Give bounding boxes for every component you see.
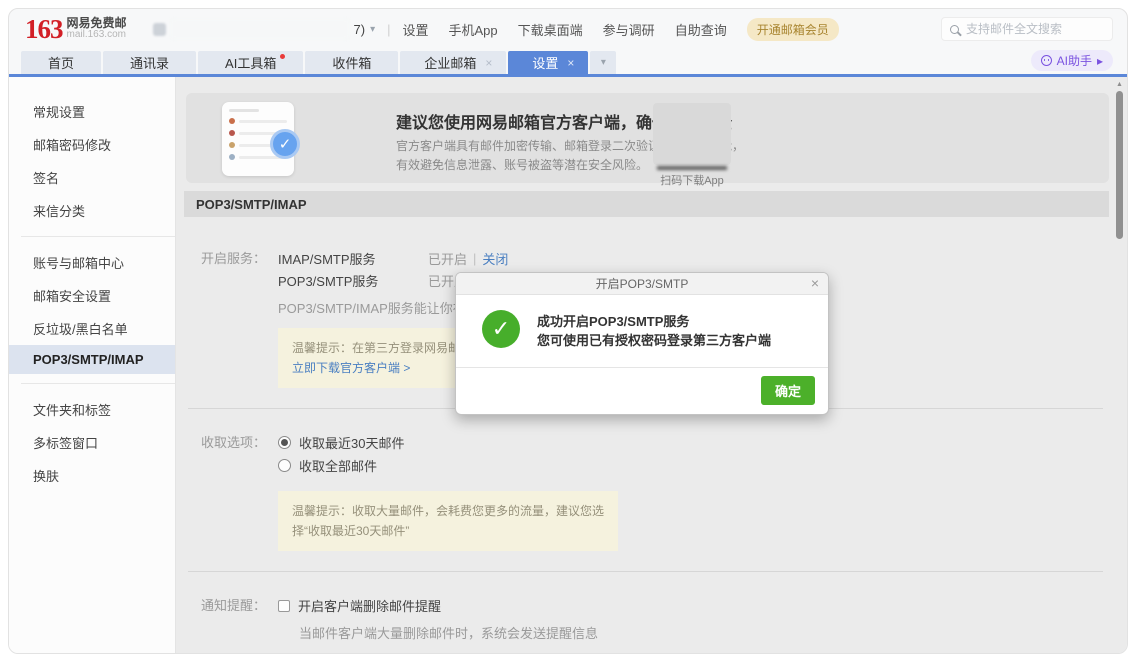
notify-row: 通知提醒： 开启客户端删除邮件提醒 当邮件客户端大量删除邮件时，系统会发送提醒信… <box>186 594 1109 642</box>
nav-link-self-service[interactable]: 自助查询 <box>675 20 727 39</box>
qr-code-image <box>653 103 731 165</box>
sidebar-item-multi-tab[interactable]: 多标签窗口 <box>9 426 175 459</box>
search-icon <box>950 25 959 34</box>
success-check-icon: ✓ <box>482 310 520 348</box>
sidebar-item-pop3-smtp-imap[interactable]: POP3/SMTP/IMAP <box>9 345 175 374</box>
nav-link-survey[interactable]: 参与调研 <box>603 20 655 39</box>
tab-settings[interactable]: 设置× <box>508 51 588 74</box>
tab-inbox[interactable]: 收件箱 <box>305 51 398 74</box>
tab-enterprise-mail[interactable]: 企业邮箱× <box>400 51 506 74</box>
pop3-smtp-success-dialog: 开启POP3/SMTP × ✓ 成功开启POP3/SMTP服务 您可使用已有授权… <box>455 272 829 415</box>
search-input[interactable] <box>966 22 1096 36</box>
sidebar-item-folders-tags[interactable]: 文件夹和标签 <box>9 393 175 426</box>
imap-smtp-service-row: IMAP/SMTP服务 已开启 | 关闭 <box>278 247 630 269</box>
scroll-up-arrow-icon[interactable]: ▲ <box>1115 81 1124 88</box>
notification-dot-icon <box>280 54 285 59</box>
nav-link-settings[interactable]: 设置 <box>403 20 429 39</box>
nav-link-mobile-app[interactable]: 手机App <box>449 20 498 39</box>
notify-label: 通知提醒： <box>186 594 266 642</box>
sidebar-item-security[interactable]: 邮箱安全设置 <box>9 279 175 312</box>
section-divider <box>188 571 1103 572</box>
checkbox-unchecked-icon[interactable] <box>278 600 290 612</box>
qr-label: 扫码下载App <box>652 172 732 188</box>
confirm-button[interactable]: 确定 <box>761 376 815 405</box>
tab-contacts[interactable]: 通讯录 <box>103 51 196 74</box>
delete-reminder-checkbox-row[interactable]: 开启客户端删除邮件提醒 <box>278 594 598 617</box>
logo-domain: mail.163.com <box>67 29 127 41</box>
dialog-close-icon[interactable]: × <box>811 275 819 291</box>
logo-brand: 网易免费邮 <box>67 17 127 29</box>
sidebar-item-password-change[interactable]: 邮箱密码修改 <box>9 128 175 161</box>
sidebar-item-account-center[interactable]: 账号与邮箱中心 <box>9 246 175 279</box>
chevron-down-icon[interactable]: ▾ <box>370 24 375 35</box>
scrollbar-thumb[interactable] <box>1116 91 1123 239</box>
sidebar-divider <box>21 236 175 237</box>
radio-unselected-icon[interactable] <box>278 459 291 472</box>
dialog-footer: 确定 <box>456 367 828 414</box>
account-menu[interactable]: 7) ▾ <box>153 19 376 39</box>
header-separator: | <box>387 22 390 37</box>
fetch-options-row: 收取选项： 收取最近30天邮件 收取全部邮件 温馨提示：收取大量邮件，会耗费您更… <box>186 431 1109 551</box>
sidebar-item-signature[interactable]: 签名 <box>9 161 175 194</box>
account-avatar-icon <box>153 23 166 36</box>
top-header: 163 网易免费邮 mail.163.com 7) ▾ | 设置 手机App 下… <box>9 9 1127 49</box>
imap-smtp-status: 已开启 <box>428 249 467 268</box>
sidebar-item-incoming-classification[interactable]: 来信分类 <box>9 194 175 227</box>
sidebar-item-skin[interactable]: 换肤 <box>9 459 175 492</box>
radio-last-30-days[interactable]: 收取最近30天邮件 <box>278 431 618 454</box>
download-official-client-link[interactable]: 立即下载官方客户端 > <box>292 361 410 375</box>
pop3-smtp-service-name: POP3/SMTP服务 <box>278 271 428 290</box>
close-icon[interactable]: × <box>567 56 574 70</box>
dialog-title-bar[interactable]: 开启POP3/SMTP × <box>456 273 828 295</box>
notify-description: 当邮件客户端大量删除邮件时，系统会发送提醒信息 <box>278 623 598 642</box>
settings-sidebar: 常规设置 邮箱密码修改 签名 来信分类 账号与邮箱中心 邮箱安全设置 反垃圾/黑… <box>9 77 176 654</box>
official-client-banner: ✓ 建议您使用网易邮箱官方客户端，确保邮箱安全 官方客户端具有邮件加密传输、邮箱… <box>186 93 1109 183</box>
sidebar-item-antispam[interactable]: 反垃圾/黑白名单 <box>9 312 175 345</box>
vip-membership-badge[interactable]: 开通邮箱会员 <box>747 18 839 41</box>
logo-number: 163 <box>25 16 63 42</box>
ai-assistant-button[interactable]: AI助手 ▸ <box>1031 50 1113 71</box>
arrow-right-icon: ▸ <box>1097 54 1103 68</box>
sidebar-item-general[interactable]: 常规设置 <box>9 95 175 128</box>
vertical-scrollbar[interactable]: ▲ <box>1115 81 1124 647</box>
sidebar-divider <box>21 383 175 384</box>
enable-service-label: 开启服务： <box>186 247 266 388</box>
close-icon[interactable]: × <box>485 56 492 70</box>
section-header-pop3-smtp-imap: POP3/SMTP/IMAP <box>184 191 1109 217</box>
dialog-message-line1: 成功开启POP3/SMTP服务 <box>537 312 771 331</box>
mail-search-box[interactable] <box>941 17 1113 41</box>
imap-smtp-close-link[interactable]: 关闭 <box>482 249 508 268</box>
radio-all-mail[interactable]: 收取全部邮件 <box>278 454 618 477</box>
tab-home[interactable]: 首页 <box>21 51 101 74</box>
nav-link-desktop-download[interactable]: 下载桌面端 <box>518 20 583 39</box>
tab-bar: 首页 通讯录 AI工具箱 收件箱 企业邮箱× 设置× ▾ AI助手 ▸ <box>9 49 1127 74</box>
shield-check-icon: ✓ <box>270 129 300 159</box>
imap-smtp-service-name: IMAP/SMTP服务 <box>278 249 428 268</box>
ai-face-icon <box>1041 55 1052 66</box>
dialog-message-line2: 您可使用已有授权密码登录第三方客户端 <box>537 331 771 350</box>
dialog-body: ✓ 成功开启POP3/SMTP服务 您可使用已有授权密码登录第三方客户端 <box>456 295 828 367</box>
radio-selected-icon[interactable] <box>278 436 291 449</box>
tab-overflow-button[interactable]: ▾ <box>590 51 616 74</box>
qr-caption-redacted <box>657 166 727 170</box>
account-email-suffix: 7) <box>354 22 366 37</box>
account-email-redacted <box>171 19 349 39</box>
logo-text: 网易免费邮 mail.163.com <box>67 17 127 42</box>
chevron-down-icon: ▾ <box>601 57 606 68</box>
fetch-warning-box: 温馨提示：收取大量邮件，会耗费您更多的流量，建议您选择“收取最近30天邮件” <box>278 491 618 551</box>
fetch-options-label: 收取选项： <box>186 431 266 551</box>
tab-ai-toolbox[interactable]: AI工具箱 <box>198 51 303 74</box>
qr-download-block: 扫码下载App <box>652 103 732 188</box>
dialog-title: 开启POP3/SMTP <box>596 275 689 292</box>
163-logo[interactable]: 163 网易免费邮 mail.163.com <box>25 16 127 42</box>
